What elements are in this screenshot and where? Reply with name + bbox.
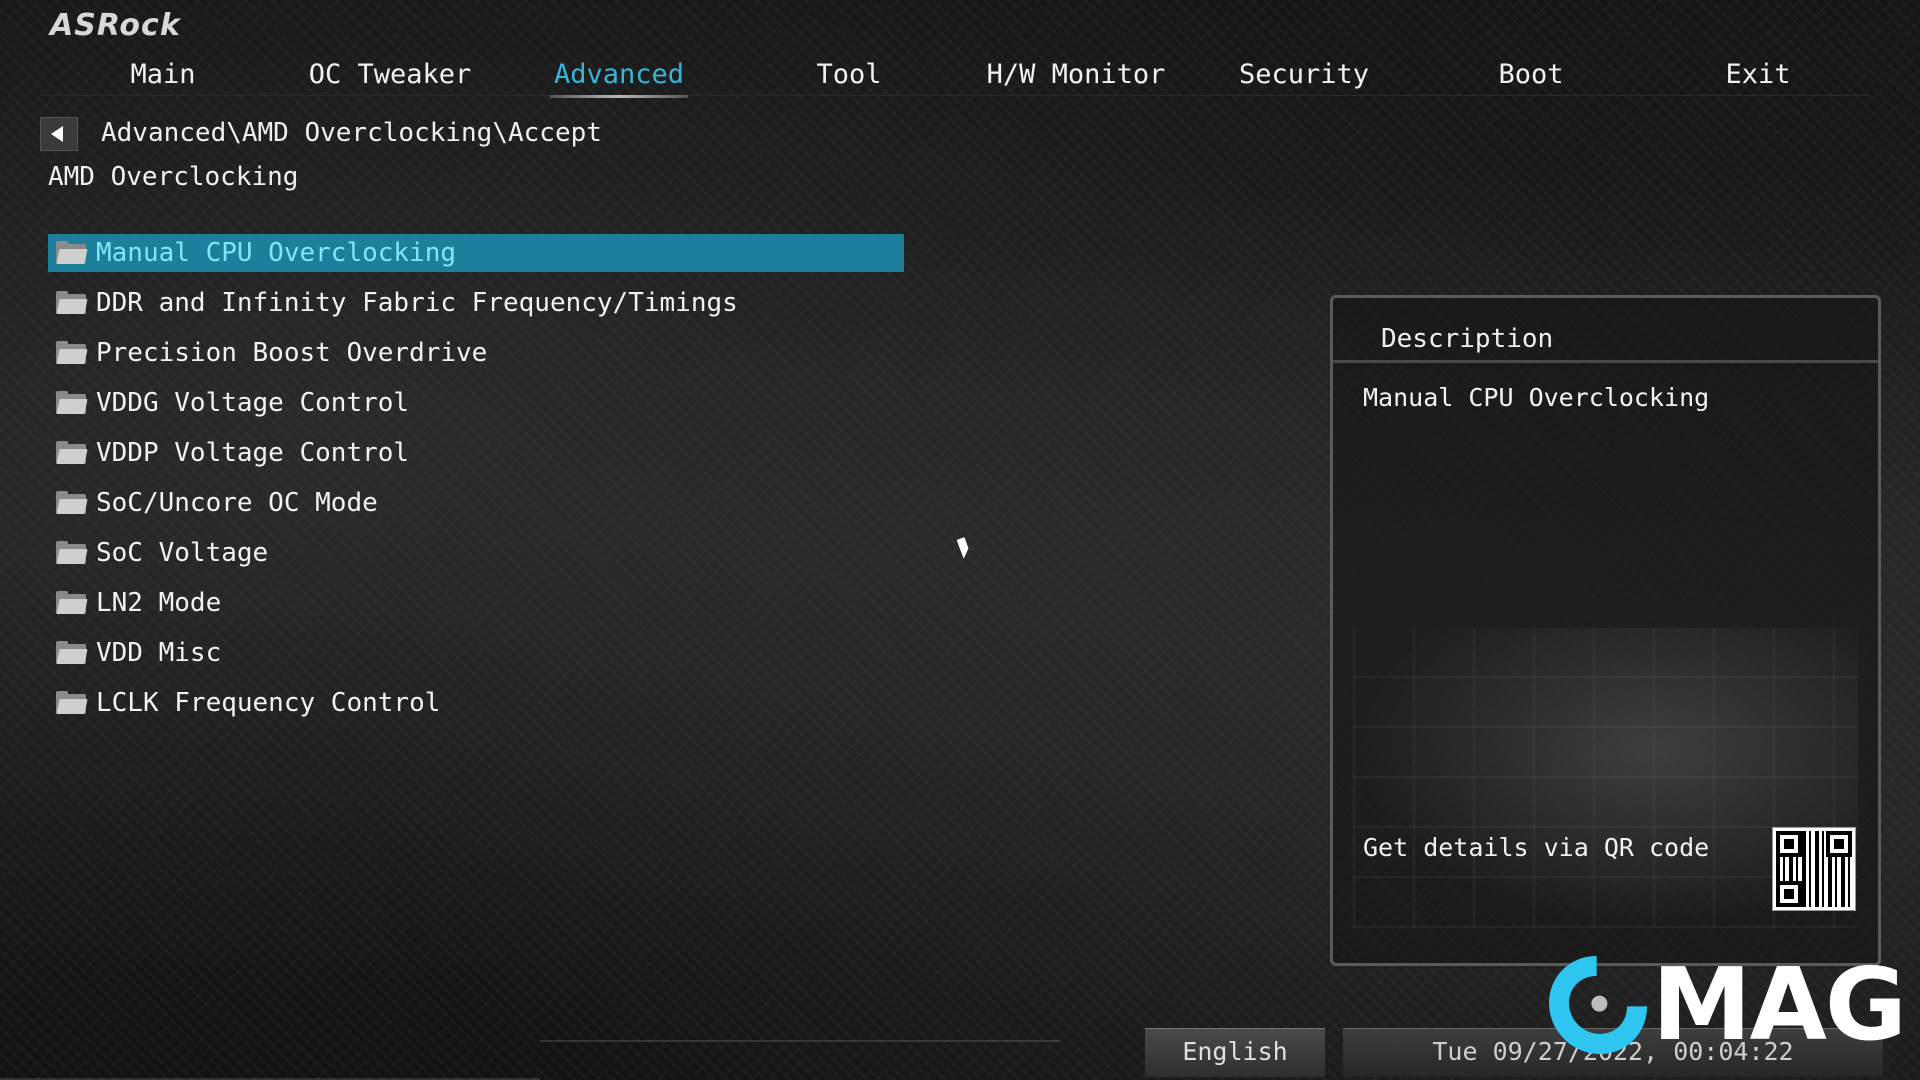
menu-item-vddg-voltage-control[interactable]: VDDG Voltage Control <box>48 384 904 422</box>
menu-item-ln2-mode[interactable]: LN2 Mode <box>48 584 904 622</box>
tab-exit[interactable]: Exit <box>1725 59 1790 90</box>
description-title: Description <box>1381 324 1554 354</box>
description-header: Description <box>1333 298 1878 363</box>
language-button[interactable]: English <box>1145 1028 1325 1077</box>
menu-item-label: LN2 Mode <box>96 588 222 618</box>
decor-line <box>540 1040 1060 1042</box>
breadcrumb: Advanced\AMD Overclocking\Accept <box>101 118 602 148</box>
menu-item-soc-uncore-oc-mode[interactable]: SoC/Uncore OC Mode <box>48 484 904 522</box>
top-navigation: Main OC Tweaker Advanced Tool H/W Monito… <box>40 55 1870 98</box>
folder-icon <box>56 591 88 614</box>
menu-item-label: DDR and Infinity Fabric Frequency/Timing… <box>96 288 738 318</box>
tab-tool[interactable]: Tool <box>816 59 881 90</box>
tab-hw-monitor[interactable]: H/W Monitor <box>987 59 1166 90</box>
menu-item-label: VDD Misc <box>96 638 222 668</box>
menu-item-lclk-frequency-control[interactable]: LCLK Frequency Control <box>48 684 904 722</box>
menu-item-vdd-misc[interactable]: VDD Misc <box>48 634 904 672</box>
settings-menu: Manual CPU Overclocking DDR and Infinity… <box>48 234 904 734</box>
folder-icon <box>56 241 88 264</box>
folder-icon <box>56 691 88 714</box>
page-title: AMD Overclocking <box>48 162 299 192</box>
folder-icon <box>56 491 88 514</box>
tab-boot[interactable]: Boot <box>1498 59 1563 90</box>
menu-item-manual-cpu-overclocking[interactable]: Manual CPU Overclocking <box>48 234 904 272</box>
qr-label: Get details via QR code <box>1363 833 1710 862</box>
menu-item-label: VDDP Voltage Control <box>96 438 410 468</box>
description-panel: Description Manual CPU Overclocking Get … <box>1330 295 1881 966</box>
folder-icon <box>56 391 88 414</box>
menu-item-precision-boost-overdrive[interactable]: Precision Boost Overdrive <box>48 334 904 372</box>
menu-item-label: VDDG Voltage Control <box>96 388 410 418</box>
folder-icon <box>56 441 88 464</box>
asrock-logo: ASRock <box>50 8 181 43</box>
menu-item-ddr-infinity-fabric[interactable]: DDR and Infinity Fabric Frequency/Timing… <box>48 284 904 322</box>
watermark-logo: MAG <box>1528 935 1907 1075</box>
folder-icon <box>56 541 88 564</box>
menu-item-label: SoC Voltage <box>96 538 269 568</box>
menu-item-label: Precision Boost Overdrive <box>96 338 488 368</box>
watermark-c-icon <box>1528 935 1668 1075</box>
qr-code-icon <box>1773 828 1855 910</box>
tab-oc-tweaker[interactable]: OC Tweaker <box>309 59 472 90</box>
back-button[interactable] <box>40 117 78 151</box>
folder-icon <box>56 291 88 314</box>
menu-item-label: SoC/Uncore OC Mode <box>96 488 378 518</box>
tab-main[interactable]: Main <box>130 59 195 90</box>
menu-item-label: Manual CPU Overclocking <box>96 238 457 268</box>
tab-security[interactable]: Security <box>1239 59 1369 90</box>
folder-icon <box>56 341 88 364</box>
menu-item-soc-voltage[interactable]: SoC Voltage <box>48 534 904 572</box>
menu-item-label: LCLK Frequency Control <box>96 688 441 718</box>
watermark-text: MAG <box>1652 946 1907 1063</box>
menu-item-vddp-voltage-control[interactable]: VDDP Voltage Control <box>48 434 904 472</box>
folder-icon <box>56 641 88 664</box>
description-text: Manual CPU Overclocking <box>1363 383 1710 412</box>
tab-advanced[interactable]: Advanced <box>549 59 689 98</box>
